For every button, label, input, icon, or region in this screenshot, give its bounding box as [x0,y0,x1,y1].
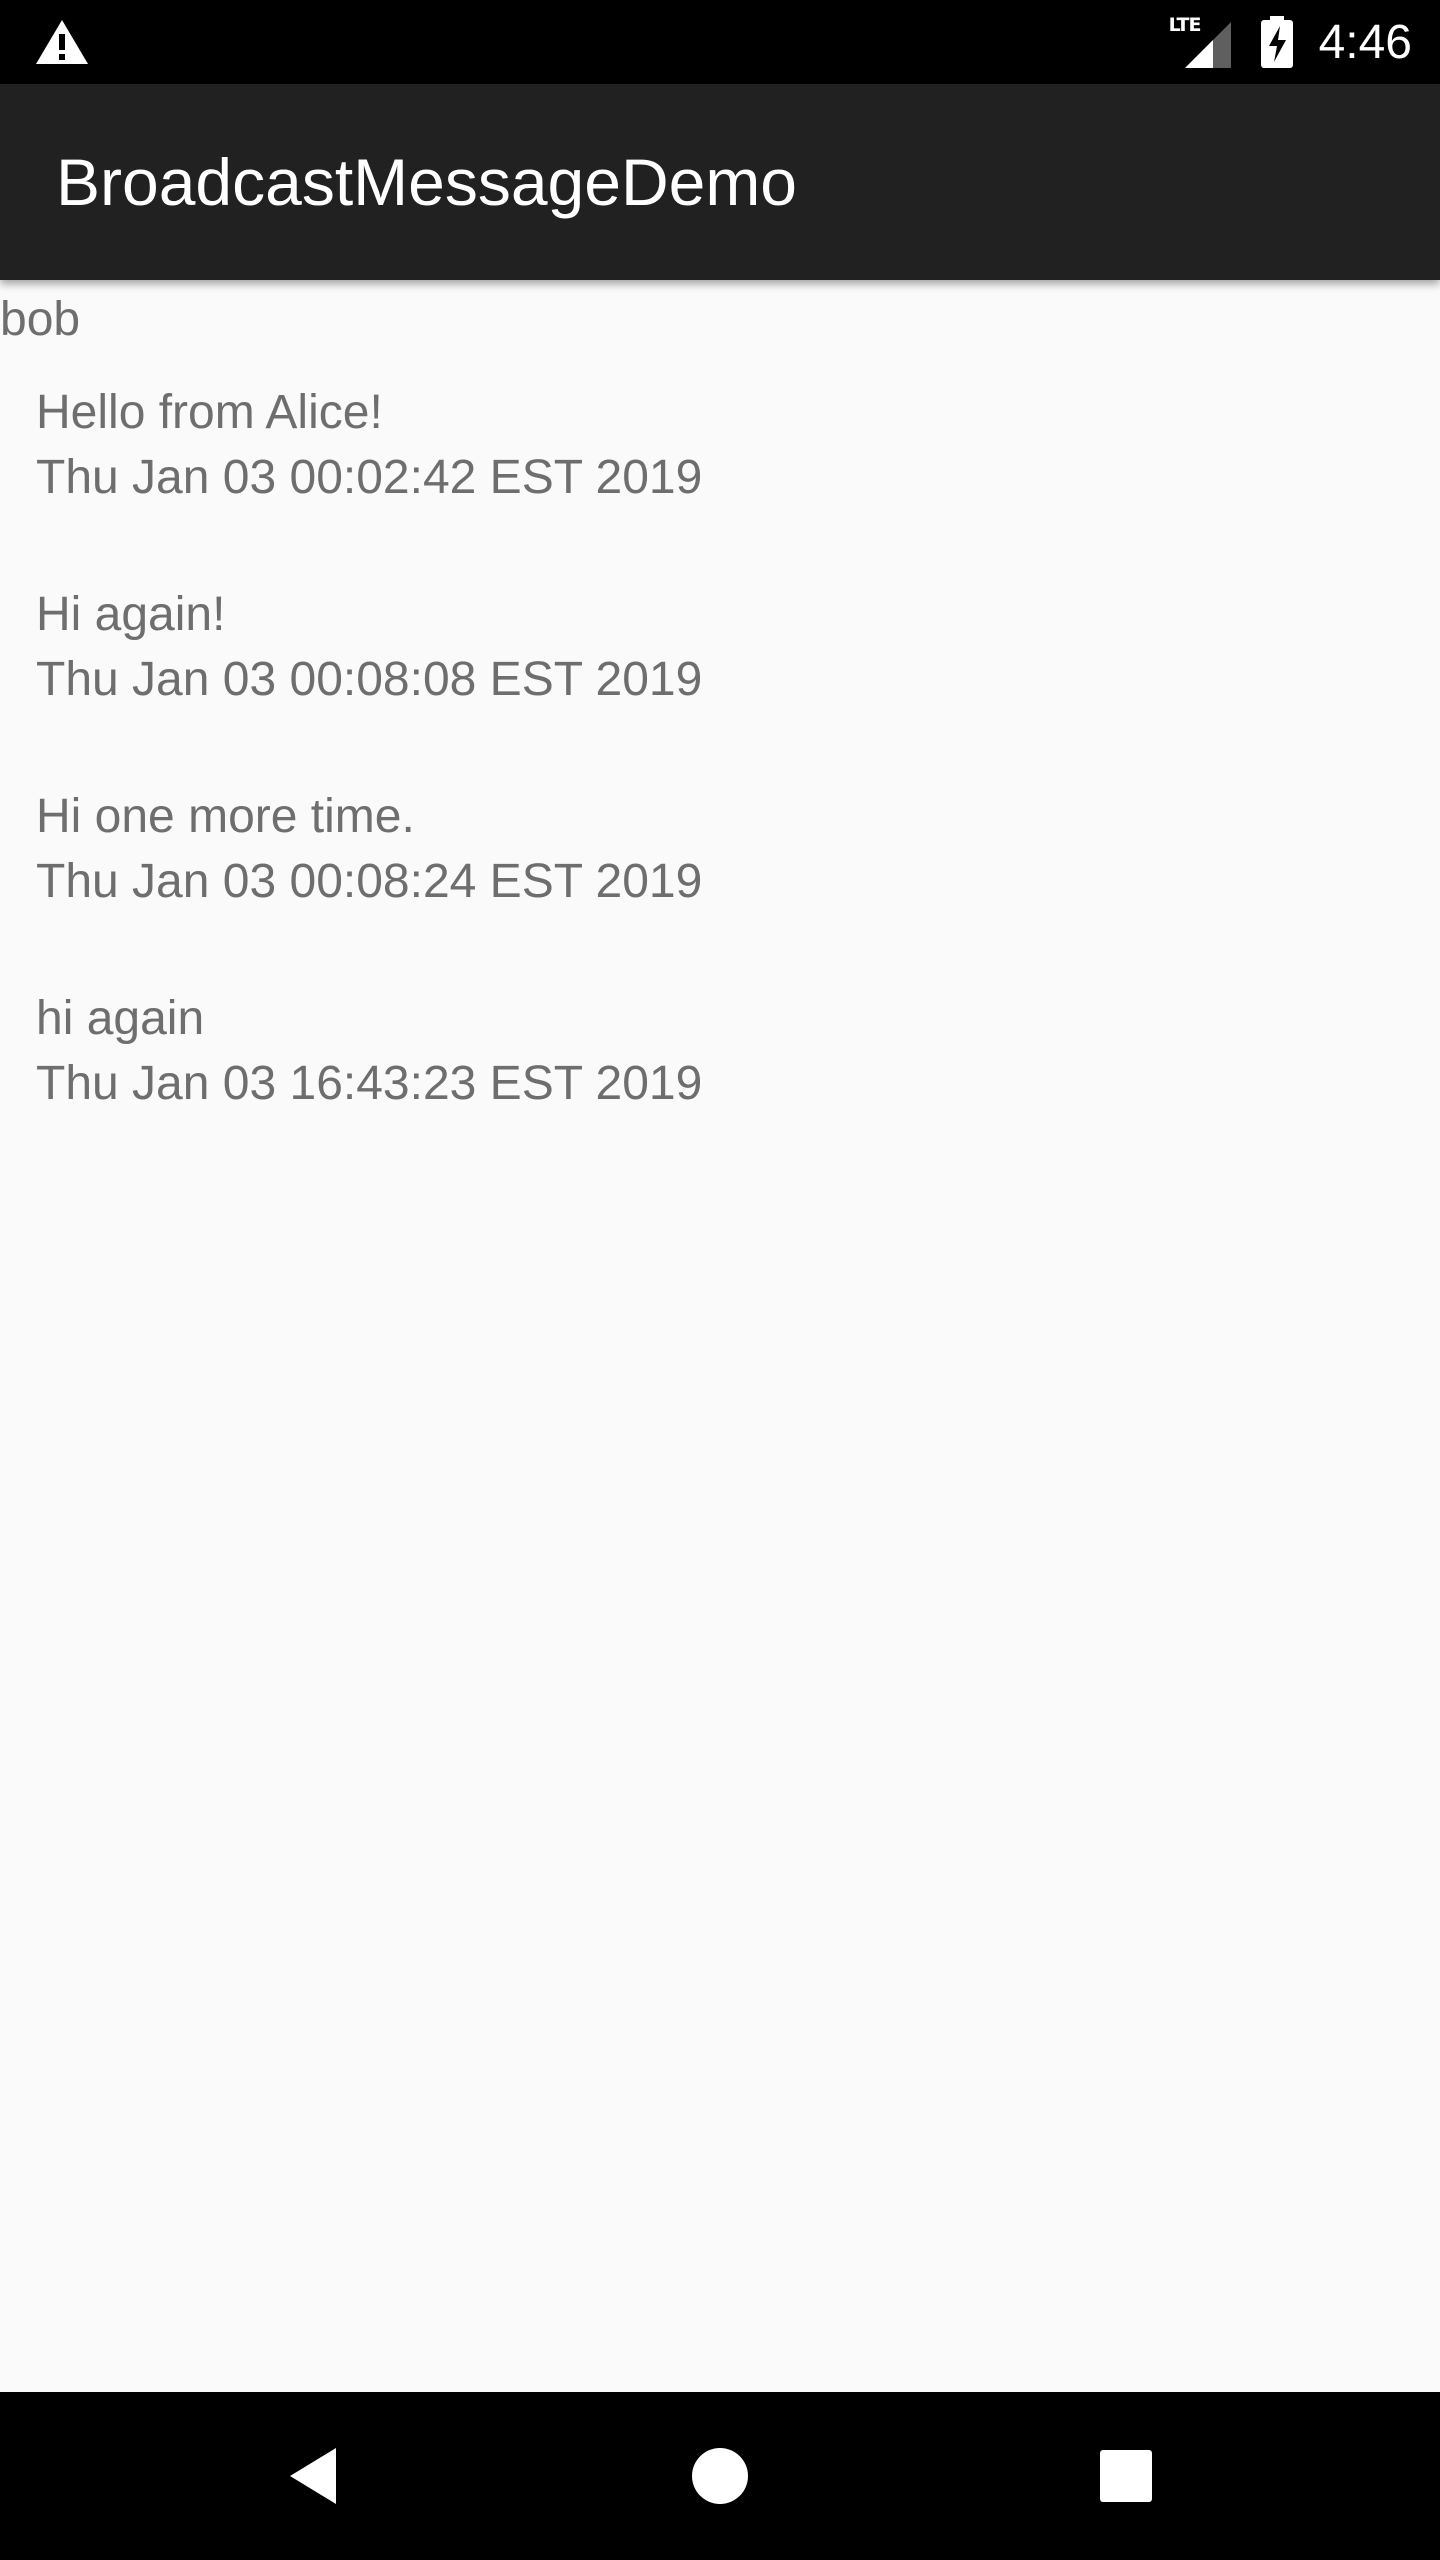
message-content: bob Hello from Alice! Thu Jan 03 00:02:4… [0,280,1440,2392]
recents-icon [1100,2450,1152,2502]
message-timestamp: Thu Jan 03 16:43:23 EST 2019 [36,1057,703,1110]
message-list[interactable]: Hello from Alice! Thu Jan 03 00:02:42 ES… [36,380,1416,1188]
message-timestamp: Thu Jan 03 00:08:24 EST 2019 [36,855,703,908]
warning-icon [36,20,88,64]
back-button[interactable] [230,2392,398,2560]
home-button[interactable] [636,2392,804,2560]
message-timestamp: Thu Jan 03 00:02:42 EST 2019 [36,451,703,504]
message-item[interactable]: Hi again! Thu Jan 03 00:08:08 EST 2019 [36,582,1416,784]
home-icon [692,2448,748,2504]
network-type-label: LTE [1168,14,1202,36]
message-item[interactable]: Hello from Alice! Thu Jan 03 00:02:42 ES… [36,380,1416,582]
message-timestamp: Thu Jan 03 00:08:08 EST 2019 [36,653,703,706]
message-text: hi again [36,992,205,1045]
message-item[interactable]: Hi one more time. Thu Jan 03 00:08:24 ES… [36,784,1416,986]
message-text: Hello from Alice! [36,386,383,439]
status-bar: LTE 4:46 [0,0,1440,84]
user-name-label: bob [0,293,81,346]
battery-charging-icon [1260,16,1293,68]
message-text: Hi again! [36,588,226,641]
status-time: 4:46 [1318,15,1412,69]
message-item[interactable]: hi again Thu Jan 03 16:43:23 EST 2019 [36,986,1416,1188]
message-text: Hi one more time. [36,790,415,843]
signal-icon: LTE [1168,14,1231,68]
recents-button[interactable] [1042,2392,1210,2560]
app-bar: BroadcastMessageDemo [0,84,1440,280]
navigation-bar [0,2392,1440,2560]
app-title: BroadcastMessageDemo [56,145,798,219]
back-icon [290,2448,336,2504]
